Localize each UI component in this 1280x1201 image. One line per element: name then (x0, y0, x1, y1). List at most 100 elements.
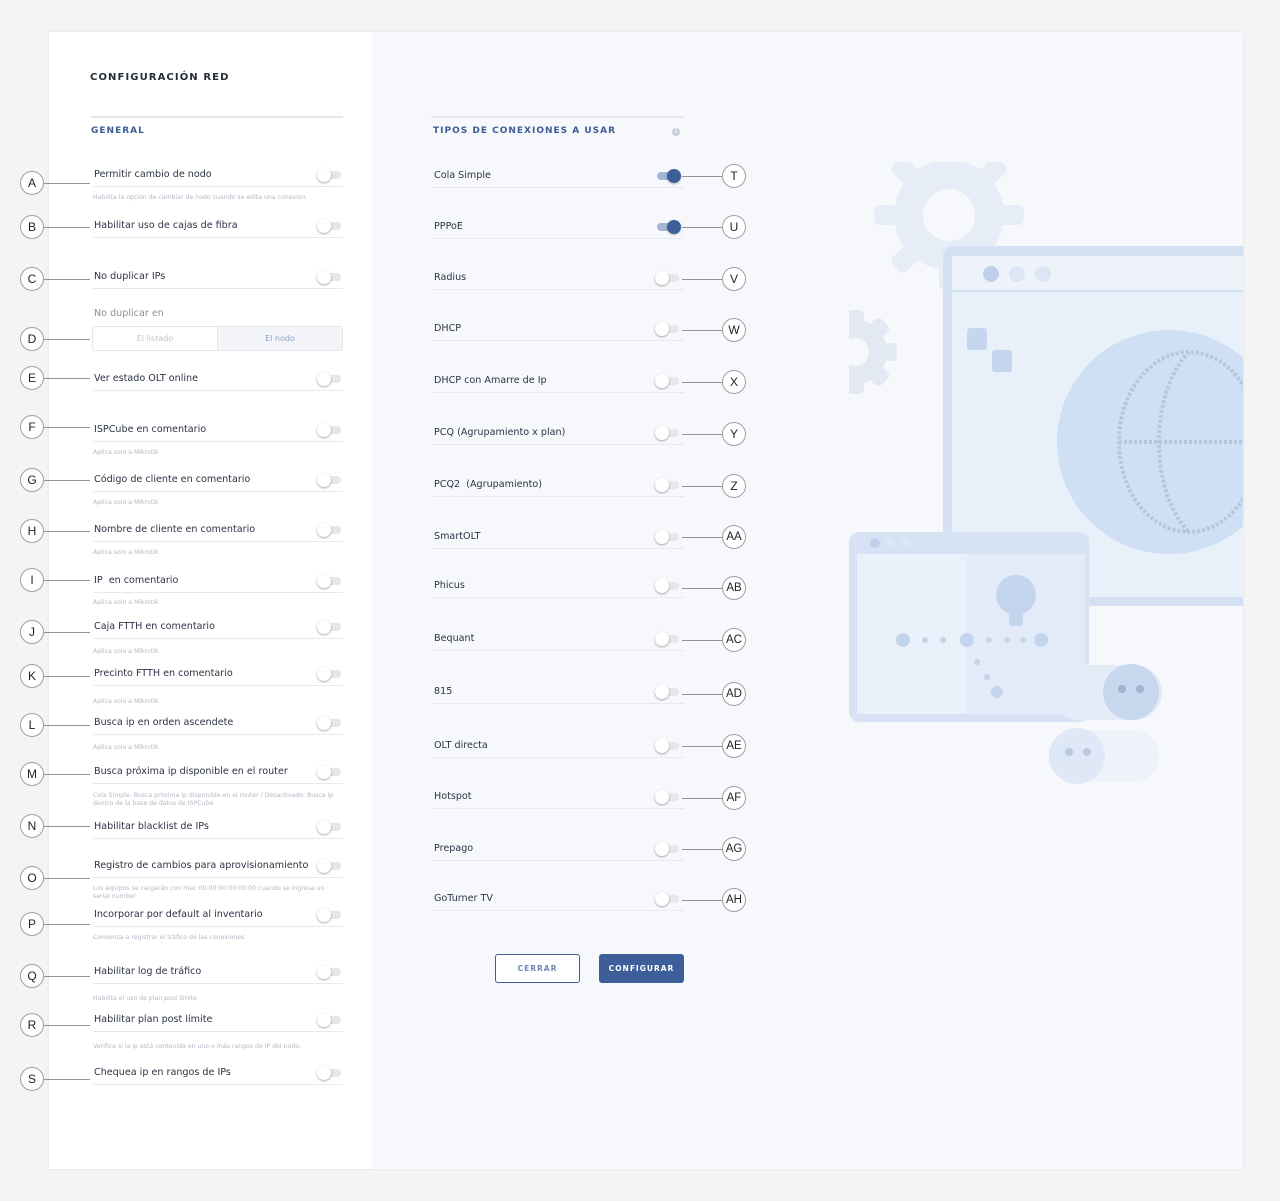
connection-type-toggle[interactable] (655, 790, 681, 804)
callout-marker: E (20, 366, 44, 390)
connection-type-toggle[interactable] (655, 632, 681, 646)
general-toggle[interactable] (317, 372, 343, 386)
toggle-knob (655, 426, 669, 440)
general-toggle[interactable] (317, 523, 343, 537)
toggle-knob (317, 765, 331, 779)
connection-type-row: Phicus (433, 576, 684, 598)
general-toggle[interactable] (317, 820, 343, 834)
general-row: Precinto FTTH en comentario (93, 664, 343, 686)
general-toggle[interactable] (317, 168, 343, 182)
callout-marker: K (20, 664, 44, 688)
callout-marker: H (20, 519, 44, 543)
toggle-knob (317, 716, 331, 730)
general-toggle[interactable] (317, 859, 343, 873)
duplicate-option-listado[interactable]: El listado (93, 327, 217, 350)
general-toggle[interactable] (317, 270, 343, 284)
toggle-knob (317, 523, 331, 537)
general-toggle[interactable] (317, 219, 343, 233)
connection-type-toggle[interactable] (655, 739, 681, 753)
toggle-knob (317, 667, 331, 681)
connection-type-label: PPPoE (434, 221, 463, 232)
info-icon[interactable]: i (672, 128, 680, 136)
general-toggle[interactable] (317, 667, 343, 681)
general-row-label: Caja FTTH en comentario (94, 621, 215, 632)
general-toggle[interactable] (317, 574, 343, 588)
toggle-knob (317, 620, 331, 634)
general-toggle[interactable] (317, 620, 343, 634)
general-toggle[interactable] (317, 423, 343, 437)
connection-type-row: PCQ (Agrupamiento x plan) (433, 423, 684, 445)
callout-marker: AH (722, 888, 746, 912)
duplicate-option-nodo[interactable]: El nodo (217, 327, 342, 350)
callout-marker: AB (722, 576, 746, 600)
callout-line (682, 537, 724, 538)
callout-line (682, 900, 724, 901)
connection-type-toggle[interactable] (655, 478, 681, 492)
general-row: Chequea ip en rangos de IPs (93, 1063, 343, 1085)
callout-line (44, 924, 90, 925)
connection-type-toggle[interactable] (655, 892, 681, 906)
connection-type-toggle[interactable] (655, 426, 681, 440)
general-row-label: Busca próxima ip disponible en el router (94, 766, 288, 777)
connection-type-toggle[interactable] (655, 579, 681, 593)
callout-line (682, 330, 724, 331)
connection-type-toggle[interactable] (655, 322, 681, 336)
callout-marker: F (20, 415, 44, 439)
general-row: Ver estado OLT online (93, 369, 343, 391)
connection-type-toggle[interactable] (655, 271, 681, 285)
connection-type-row: DHCP (433, 319, 684, 341)
general-toggle[interactable] (317, 1013, 343, 1027)
callout-line (44, 531, 90, 532)
connection-type-toggle[interactable] (655, 169, 681, 183)
connection-type-toggle[interactable] (655, 685, 681, 699)
connection-type-label: DHCP con Amarre de Ip (434, 375, 547, 386)
config-card: CONFIGURACIÓN RED GENERAL TIPOS DE CONEX… (49, 32, 1243, 1169)
toggle-knob (655, 892, 669, 906)
connection-type-toggle[interactable] (655, 374, 681, 388)
tipos-divider (431, 116, 684, 118)
connection-type-label: 815 (434, 686, 453, 697)
general-toggle[interactable] (317, 1066, 343, 1080)
general-toggle[interactable] (317, 908, 343, 922)
callout-line (682, 227, 724, 228)
general-row-label: Nombre de cliente en comentario (94, 524, 256, 535)
toggle-knob (655, 739, 669, 753)
configure-button[interactable]: CONFIGURAR (599, 954, 684, 983)
network-illustration (849, 162, 1243, 784)
close-button[interactable]: CERRAR (495, 954, 580, 983)
toggle-knob (317, 908, 331, 922)
page-title: CONFIGURACIÓN RED (90, 72, 230, 83)
general-row-hint: Cola Simple. Busca próxima ip disponible… (93, 792, 334, 807)
callout-line (682, 849, 724, 850)
callout-line (682, 746, 724, 747)
general-row-label: Código de cliente en comentario (94, 474, 251, 485)
toggle-knob (655, 374, 669, 388)
general-row: No duplicar IPs (93, 267, 343, 289)
callout-line (44, 427, 90, 428)
callout-marker: T (722, 164, 746, 188)
callout-marker: I (20, 568, 44, 592)
callout-line (44, 632, 90, 633)
general-toggle[interactable] (317, 765, 343, 779)
general-toggle[interactable] (317, 716, 343, 730)
connection-type-label: Bequant (434, 633, 475, 644)
connection-type-toggle[interactable] (655, 842, 681, 856)
general-row-label: Habilitar log de tráfico (94, 966, 202, 977)
callout-marker: O (20, 866, 44, 890)
toggle-knob (655, 478, 669, 492)
connection-type-label: GoTurner TV (434, 893, 493, 904)
connection-type-toggle[interactable] (655, 220, 681, 234)
connection-type-label: PCQ (Agrupamiento x plan) (434, 427, 566, 438)
callout-marker: R (20, 1013, 44, 1037)
no-duplicar-en-label: No duplicar en (94, 308, 164, 319)
toggle-knob (317, 820, 331, 834)
connection-type-toggle[interactable] (655, 530, 681, 544)
general-row: Busca ip en orden ascendete (93, 713, 343, 735)
callout-marker: G (20, 468, 44, 492)
toggle-knob (317, 574, 331, 588)
general-toggle[interactable] (317, 965, 343, 979)
callout-line (44, 378, 90, 379)
callout-marker: Y (722, 422, 746, 446)
callout-line (682, 694, 724, 695)
general-toggle[interactable] (317, 473, 343, 487)
